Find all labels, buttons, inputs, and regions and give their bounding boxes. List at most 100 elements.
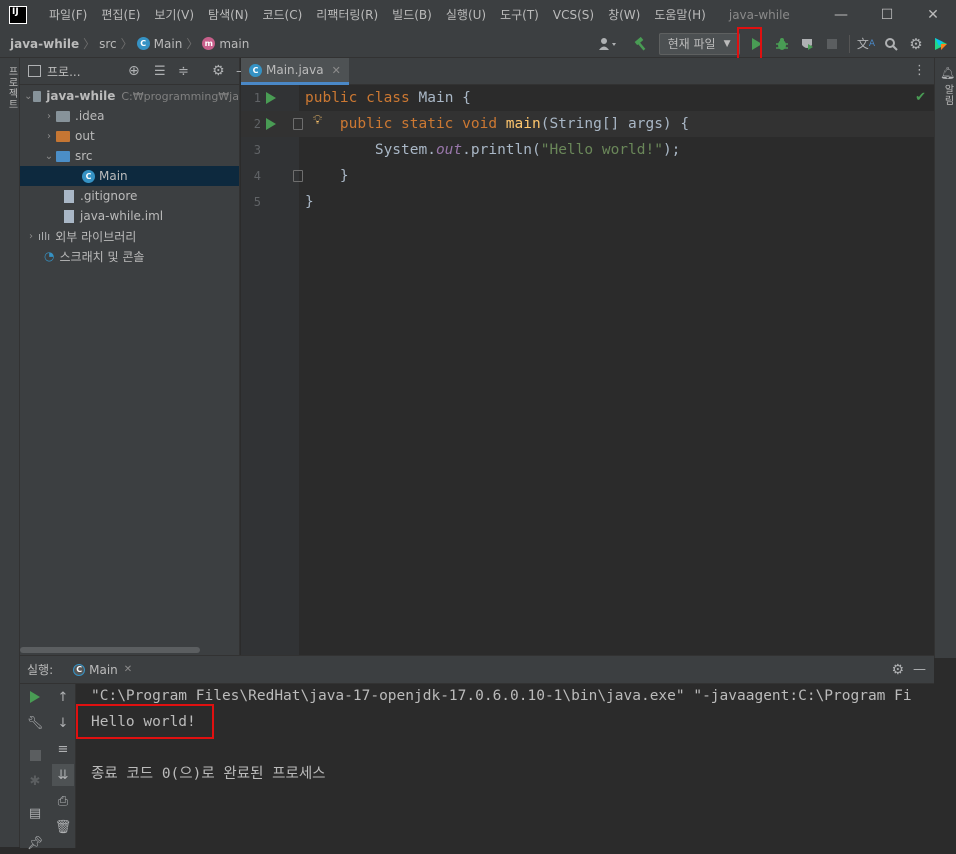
horizontal-scrollbar[interactable] xyxy=(20,647,200,653)
fold-marker-icon[interactable] xyxy=(293,118,303,130)
breadcrumb-project[interactable]: java-while xyxy=(10,37,79,51)
fold-marker-icon[interactable] xyxy=(293,170,303,182)
breadcrumb-separator-icon: 〉 xyxy=(120,37,133,51)
menu-item[interactable]: 보기(V) xyxy=(147,0,201,30)
folder-icon xyxy=(56,110,70,122)
hide-run-panel-icon[interactable]: — xyxy=(913,662,926,677)
search-icon[interactable] xyxy=(880,33,902,55)
breadcrumb-main-class[interactable]: C Main xyxy=(136,37,182,51)
tree-item-main[interactable]: C Main xyxy=(20,166,239,186)
run-settings-icon[interactable]: ⚙ xyxy=(891,662,904,678)
tree-item-gitignore[interactable]: .gitignore xyxy=(20,186,239,206)
more-options-icon[interactable]: ⋮ xyxy=(913,63,926,78)
run-gutter-icon[interactable] xyxy=(266,92,276,104)
code-line[interactable]: 5} xyxy=(241,189,934,215)
tree-item-out[interactable]: › out xyxy=(20,126,239,146)
scroll-down-icon[interactable]: ↓ xyxy=(52,712,74,734)
stop-icon[interactable] xyxy=(24,744,46,766)
notifications-tool-button[interactable]: 🔔︎ 알림 xyxy=(940,66,956,106)
code-line[interactable]: 3 System.out.println("Hello world!"); xyxy=(241,137,934,163)
menu-item[interactable]: 도움말(H) xyxy=(647,0,713,30)
menu-item[interactable]: 도구(T) xyxy=(493,0,546,30)
bell-icon: 🔔︎ xyxy=(940,66,956,80)
run-toolbar: ↑ 🔧︎ ↓ ≡ ✱ ⇊ ⎙ ▤ 🗑︎ 📌︎ xyxy=(20,684,76,851)
intention-bulb-icon[interactable]: 💡︎ xyxy=(313,113,322,128)
project-panel-header: 프로... ⊕ ☰ ≑ ⚙ — xyxy=(20,58,249,85)
close-button[interactable]: ✕ xyxy=(910,0,956,30)
user-account-icon[interactable] xyxy=(593,33,623,55)
expand-all-icon[interactable]: ☰ xyxy=(154,64,166,79)
tree-item-scratches[interactable]: ◔ 스크래치 및 콘솔 xyxy=(20,246,239,266)
class-icon: C xyxy=(82,169,95,183)
tree-item-project-root[interactable]: ⌄ java-while C:₩programming₩ja xyxy=(20,86,239,106)
main-menu: 파일(F) 편집(E) 보기(V) 탐색(N) 코드(C) 리팩터링(R) 빌드(B) 실행(… xyxy=(42,0,713,30)
collapse-all-icon[interactable]: ≑ xyxy=(178,64,189,79)
close-run-tab-icon[interactable]: ✕ xyxy=(124,664,132,675)
menu-item[interactable]: 코드(C) xyxy=(255,0,309,30)
locate-target-icon[interactable]: ⊕ xyxy=(128,63,140,79)
close-tab-icon[interactable]: ✕ xyxy=(332,64,341,77)
rerun-icon[interactable] xyxy=(24,686,46,708)
code-token: public static void xyxy=(339,116,506,132)
settings-gear-icon[interactable]: ⚙ xyxy=(905,33,927,55)
menu-item[interactable]: 탐색(N) xyxy=(201,0,255,30)
no-problems-check-icon: ✔ xyxy=(915,90,926,105)
library-icon: ıllı xyxy=(38,229,51,243)
tree-item-iml[interactable]: java-while.iml xyxy=(20,206,239,226)
translate-icon[interactable]: 文A xyxy=(855,33,877,55)
soft-wrap-icon[interactable]: ≡ xyxy=(52,738,74,760)
print-icon[interactable]: ⎙ xyxy=(52,790,74,812)
run-gutter-icon[interactable] xyxy=(266,118,276,130)
code-token: } xyxy=(305,194,314,210)
menu-item[interactable]: 리팩터링(R) xyxy=(309,0,385,30)
minimize-button[interactable]: — xyxy=(818,0,864,30)
project-panel: 프로... ⊕ ☰ ≑ ⚙ — ⌄ java-while C:₩programm… xyxy=(20,58,249,655)
code-line[interactable]: 1 public class Main { xyxy=(241,85,934,111)
scroll-to-end-icon[interactable]: ⇊ xyxy=(52,764,74,786)
debug-disabled-icon[interactable]: ✱ xyxy=(24,770,46,792)
project-view-selector[interactable]: 프로... xyxy=(47,63,81,80)
stop-icon[interactable] xyxy=(821,33,843,55)
code-token: .println( xyxy=(462,142,541,158)
run-label: 실행: xyxy=(27,663,54,677)
hello-world-highlight xyxy=(76,704,214,739)
panel-settings-icon[interactable]: ⚙ xyxy=(212,63,225,79)
collapsed-arrow-icon: › xyxy=(47,110,51,122)
pin-icon[interactable]: 📌︎ xyxy=(24,832,46,854)
menu-item[interactable]: 창(W) xyxy=(601,0,647,30)
menu-item[interactable]: 실행(U) xyxy=(439,0,493,30)
menu-item[interactable]: 파일(F) xyxy=(42,0,94,30)
run-config-dropdown[interactable]: 현재 파일 ▼ xyxy=(658,32,740,55)
left-tool-strip: 프로젝트 xyxy=(0,58,20,847)
maximize-button[interactable]: ☐ xyxy=(864,0,910,30)
coverage-shield-icon[interactable] xyxy=(796,33,818,55)
class-icon: C xyxy=(249,63,262,77)
tree-item-idea[interactable]: › .idea xyxy=(20,106,239,126)
debug-bug-icon[interactable] xyxy=(771,33,793,55)
breadcrumb-src[interactable]: src xyxy=(99,37,117,51)
tab-main-java[interactable]: C Main.java ✕ xyxy=(241,58,349,85)
menu-item[interactable]: VCS(S) xyxy=(546,0,601,30)
code-line[interactable]: 2 public static void main(String[] args)… xyxy=(241,111,934,137)
layout-icon[interactable]: ▤ xyxy=(24,802,46,824)
code-line[interactable]: 4 } xyxy=(241,163,934,189)
tree-item-external-libraries[interactable]: › ıllı 외부 라이브러리 xyxy=(20,226,239,246)
wrench-icon[interactable]: 🔧︎ xyxy=(24,712,46,734)
code-editor[interactable]: 1 public class Main {2 public static void… xyxy=(241,85,934,655)
trash-icon[interactable]: 🗑︎ xyxy=(52,816,74,838)
scroll-up-icon[interactable]: ↑ xyxy=(52,686,74,708)
code-token: (String[] args) { xyxy=(540,116,690,132)
breadcrumb-separator-icon: 〉 xyxy=(83,37,96,51)
class-icon: C xyxy=(73,663,86,676)
scratch-icon: ◔ xyxy=(44,249,55,263)
breadcrumb-main-method[interactable]: m main xyxy=(202,37,249,51)
run-tab-main[interactable]: Main xyxy=(89,663,118,677)
run-tool-window: 실행: C Main ✕ ⚙ — ↑ 🔧︎ ↓ ≡ ✱ ⇊ ⎙ ▤ 🗑︎ 📌︎ … xyxy=(20,655,934,851)
menu-item[interactable]: 빌드(B) xyxy=(385,0,439,30)
menu-item[interactable]: 편집(E) xyxy=(94,0,147,30)
code-token: main xyxy=(505,116,541,132)
jetbrains-toolbox-icon[interactable] xyxy=(930,33,952,55)
build-hammer-icon[interactable] xyxy=(630,33,652,55)
module-folder-icon xyxy=(32,90,42,102)
tree-item-src[interactable]: ⌄ src xyxy=(20,146,239,166)
